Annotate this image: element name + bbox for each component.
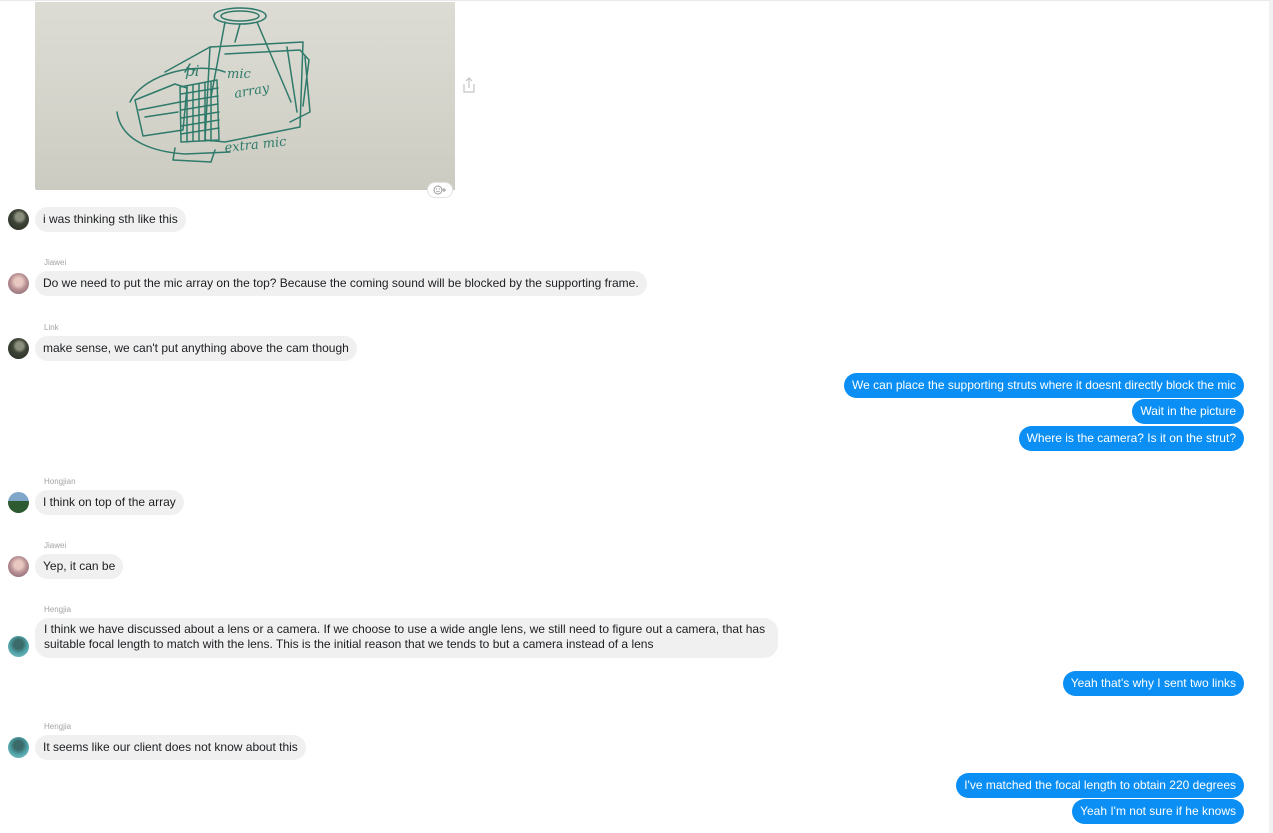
sender-name: Jiawei [44, 258, 67, 267]
sender-name: Hongjian [44, 477, 76, 486]
avatar[interactable] [8, 273, 29, 294]
sketch-label-mic: mic [227, 67, 251, 82]
sketch-label-array: array [233, 81, 271, 102]
avatar[interactable] [8, 338, 29, 359]
message-bubble-incoming[interactable]: I think we have discussed about a lens o… [35, 618, 778, 658]
message-bubble-outgoing[interactable]: We can place the supporting struts where… [844, 373, 1244, 398]
avatar[interactable] [8, 492, 29, 513]
message-bubble-outgoing[interactable]: Yeah I'm not sure if he knows [1072, 799, 1244, 824]
sender-name: Hengjia [44, 722, 72, 731]
sketch-drawing: pi mic array extra mic [116, 7, 311, 163]
message-bubble-incoming[interactable]: It seems like our client does not know a… [35, 735, 306, 760]
avatar[interactable] [8, 556, 29, 577]
image-attachment[interactable]: pi mic array extra mic [35, 2, 455, 190]
add-reaction-icon [433, 185, 446, 195]
message-bubble-incoming[interactable]: Do we need to put the mic array on the t… [35, 271, 647, 296]
message-bubble-incoming[interactable]: Yep, it can be [35, 554, 124, 579]
message-bubble-outgoing[interactable]: Wait in the picture [1132, 399, 1244, 424]
sender-name: Link [44, 323, 59, 332]
message-bubble-outgoing[interactable]: Where is the camera? Is it on the strut? [1018, 426, 1244, 451]
message-bubble-outgoing[interactable]: I've matched the focal length to obtain … [956, 773, 1244, 798]
top-divider [0, 0, 1273, 1]
scrollbar[interactable] [1269, 0, 1273, 833]
message-bubble-incoming[interactable]: I think on top of the array [35, 490, 184, 515]
message-bubble-incoming[interactable]: make sense, we can't put anything above … [35, 336, 357, 361]
message-bubble-incoming[interactable]: i was thinking sth like this [35, 207, 186, 232]
sketch-label-pi: pi [185, 62, 200, 80]
avatar[interactable] [8, 636, 29, 657]
message-bubble-outgoing[interactable]: Yeah that's why I sent two links [1062, 671, 1244, 696]
share-icon[interactable] [461, 76, 477, 94]
sketch-label-extra-mic: extra mic [224, 134, 288, 155]
avatar[interactable] [8, 737, 29, 758]
avatar[interactable] [8, 209, 29, 230]
sender-name: Jiawei [44, 541, 67, 550]
add-reaction-button[interactable] [428, 183, 452, 197]
sender-name: Hengjia [44, 605, 72, 614]
